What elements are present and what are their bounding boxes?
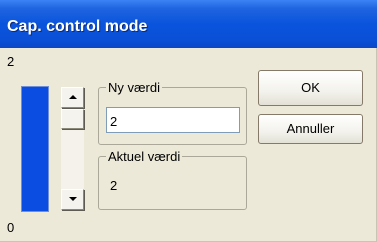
new-value-input[interactable]: 2 xyxy=(106,107,240,133)
current-value-text: 2 xyxy=(110,178,118,193)
arrow-down-icon xyxy=(69,197,77,201)
dialog-window: Cap. control mode 2 0 Ny værdi 2 Aktuel … xyxy=(0,0,377,242)
new-value-label: Ny værdi xyxy=(106,80,163,95)
level-bar xyxy=(21,86,49,212)
window-title: Cap. control mode xyxy=(7,18,148,35)
scale-min-label: 0 xyxy=(7,220,15,235)
title-bar[interactable]: Cap. control mode xyxy=(0,0,377,48)
slider-thumb[interactable] xyxy=(61,109,84,129)
arrow-up-icon xyxy=(69,95,77,99)
current-value-group xyxy=(98,156,247,210)
current-value-label: Aktuel værdi xyxy=(106,149,183,164)
cancel-button[interactable]: Annuller xyxy=(258,114,363,144)
ok-button[interactable]: OK xyxy=(258,70,363,106)
scroll-up-button[interactable] xyxy=(61,87,84,108)
scroll-down-button[interactable] xyxy=(61,189,84,210)
scale-max-label: 2 xyxy=(7,54,15,69)
